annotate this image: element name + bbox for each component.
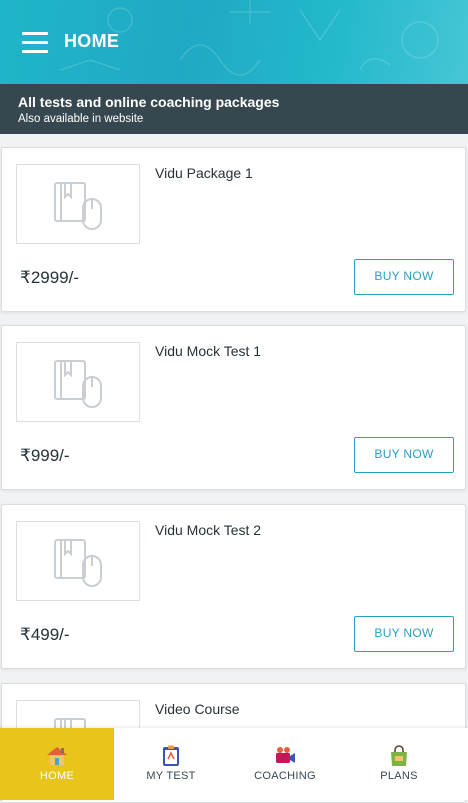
home-icon bbox=[47, 747, 67, 765]
package-name: Vidu Package 1 bbox=[155, 165, 253, 181]
book-mouse-icon bbox=[54, 539, 102, 587]
page-title: HOME bbox=[64, 31, 120, 51]
package-thumbnail bbox=[16, 521, 140, 601]
package-name: Vidu Mock Test 1 bbox=[155, 343, 262, 359]
video-camera-icon bbox=[276, 747, 295, 763]
package-card[interactable]: Vidu Package 1 ₹2999/- BUY NOW bbox=[1, 147, 466, 312]
nav-label: MY TEST bbox=[146, 770, 196, 782]
menu-icon-bar bbox=[22, 50, 48, 53]
package-price: ₹499/- bbox=[20, 625, 70, 644]
menu-icon-bar bbox=[22, 32, 48, 35]
nav-label: PLANS bbox=[380, 770, 418, 782]
bottom-navigation: HOME MY TEST COACHING PLANS bbox=[0, 728, 468, 800]
nav-tab-plans[interactable]: PLANS bbox=[342, 728, 456, 800]
nav-tab-coaching[interactable]: COACHING bbox=[228, 728, 342, 800]
nav-tab-home[interactable]: HOME bbox=[0, 728, 114, 800]
package-price: ₹999/- bbox=[20, 446, 70, 465]
info-banner: All tests and online coaching packages A… bbox=[0, 84, 468, 134]
menu-button[interactable] bbox=[22, 32, 48, 54]
menu-icon-bar bbox=[22, 41, 48, 44]
package-name: Video Course bbox=[155, 701, 240, 717]
nav-label: COACHING bbox=[254, 770, 316, 782]
buy-now-button[interactable]: BUY NOW bbox=[354, 616, 454, 652]
clipboard-icon bbox=[163, 745, 179, 766]
banner-subtitle: Also available in website bbox=[18, 113, 144, 125]
nav-tab-my-test[interactable]: MY TEST bbox=[114, 728, 228, 800]
package-card[interactable]: Vidu Mock Test 2 ₹499/- BUY NOW bbox=[1, 504, 466, 669]
book-mouse-icon bbox=[54, 360, 102, 408]
buy-now-button[interactable]: BUY NOW bbox=[354, 437, 454, 473]
package-price: ₹2999/- bbox=[20, 268, 80, 287]
banner-title: All tests and online coaching packages bbox=[18, 94, 280, 110]
package-thumbnail bbox=[16, 164, 140, 244]
package-thumbnail bbox=[16, 342, 140, 422]
package-card[interactable]: Vidu Mock Test 1 ₹999/- BUY NOW bbox=[1, 325, 466, 490]
app-bar: HOME bbox=[0, 0, 468, 84]
book-mouse-icon bbox=[54, 182, 102, 230]
shopping-bag-icon bbox=[391, 745, 407, 766]
package-name: Vidu Mock Test 2 bbox=[155, 522, 262, 538]
buy-now-button[interactable]: BUY NOW bbox=[354, 259, 454, 295]
nav-label: HOME bbox=[39, 770, 75, 782]
